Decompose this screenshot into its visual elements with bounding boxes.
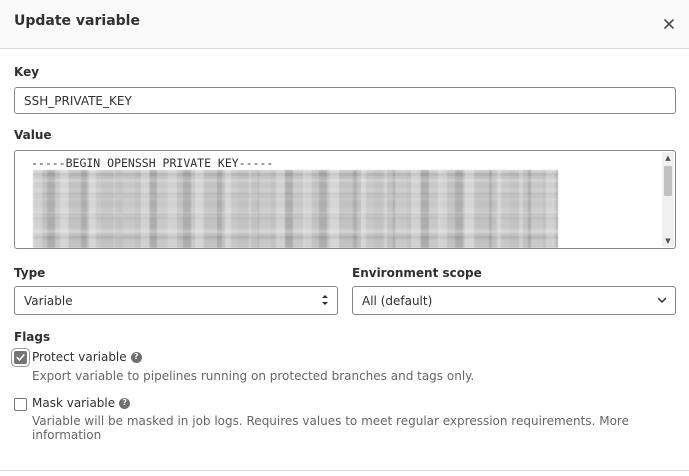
protect-variable-help: Export variable to pipelines running on … <box>32 369 475 383</box>
close-button[interactable] <box>657 12 681 36</box>
environment-scope-label: Environment scope <box>352 266 482 280</box>
chevron-down-icon: ▼ <box>665 237 671 245</box>
mask-variable-help: Variable will be masked in job logs. Req… <box>32 414 629 442</box>
protect-variable-checkbox[interactable] <box>14 351 27 364</box>
scroll-thumb[interactable] <box>664 166 672 196</box>
key-input[interactable] <box>14 87 676 114</box>
mask-variable-label[interactable]: Mask variable <box>32 396 115 410</box>
mask-variable-label-row: Mask variable ? <box>32 396 131 410</box>
close-icon <box>664 19 674 29</box>
flags-label: Flags <box>14 330 51 344</box>
key-label: Key <box>14 65 40 79</box>
type-label: Type <box>14 266 46 280</box>
type-select[interactable]: Variable <box>14 286 338 315</box>
value-scrollbar[interactable]: ▲ ▼ <box>662 152 674 247</box>
chevron-down-icon <box>657 295 667 305</box>
question-circle-icon[interactable]: ? <box>119 397 131 409</box>
question-circle-icon[interactable]: ? <box>130 351 142 363</box>
scroll-down-button[interactable]: ▼ <box>662 235 674 247</box>
scroll-up-button[interactable]: ▲ <box>662 152 674 164</box>
chevron-up-icon: ▲ <box>665 154 671 162</box>
protect-variable-label[interactable]: Protect variable <box>32 350 127 364</box>
modal-header: Update variable <box>0 0 689 49</box>
modal-title: Update variable <box>14 13 140 29</box>
value-label: Value <box>14 128 52 142</box>
more-information-link[interactable]: information <box>32 428 101 442</box>
value-textarea[interactable]: -----BEGIN OPENSSH PRIVATE KEY----- ▲ ▼ <box>14 150 676 249</box>
type-selected-value: Variable <box>24 293 73 308</box>
environment-scope-selected-value: All (default) <box>362 293 433 308</box>
mask-variable-help-line1: Variable will be masked in job logs. Req… <box>32 414 629 428</box>
environment-scope-select[interactable]: All (default) <box>352 286 676 315</box>
value-first-line: -----BEGIN OPENSSH PRIVATE KEY----- <box>31 156 274 170</box>
checkmark-icon <box>16 354 25 361</box>
mask-variable-checkbox[interactable] <box>14 398 27 411</box>
updown-caret-icon <box>321 293 329 307</box>
update-variable-modal: Update variable Key Value -----BEGIN OPE… <box>0 0 689 476</box>
protect-variable-label-row: Protect variable ? <box>32 350 142 364</box>
modal-footer-divider <box>0 470 689 471</box>
redacted-key-content <box>33 170 558 248</box>
